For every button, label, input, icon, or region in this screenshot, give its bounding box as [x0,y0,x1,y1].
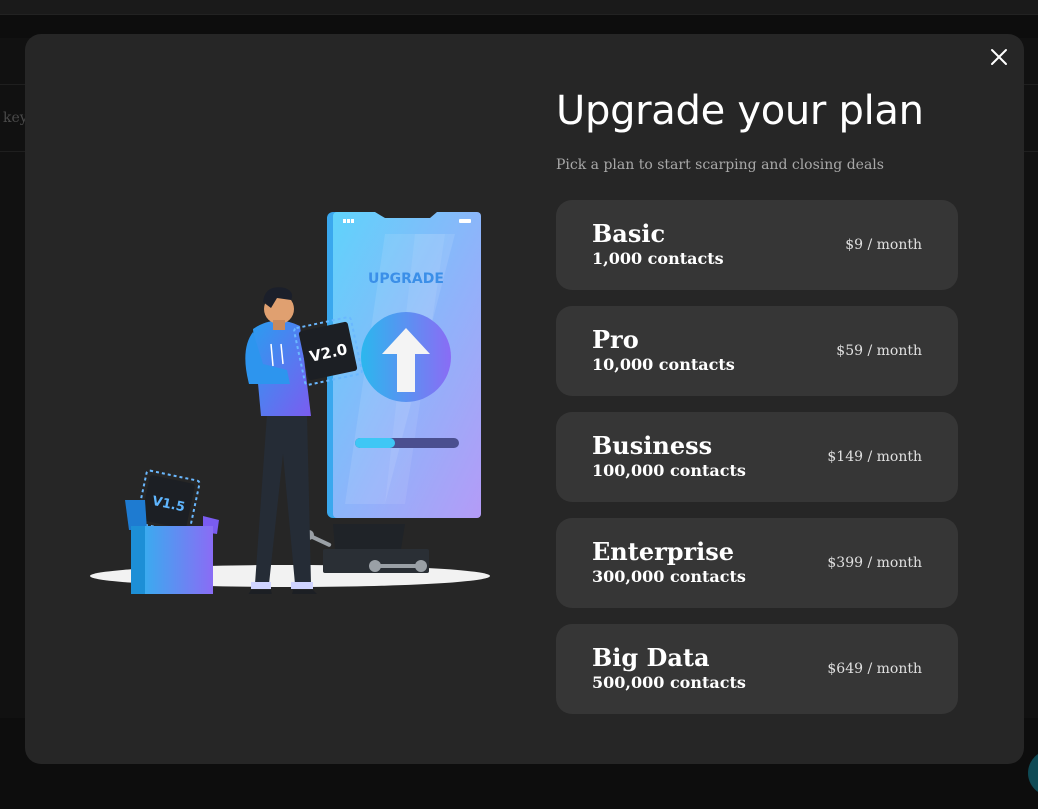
close-icon [991,49,1007,65]
screen-upgrade-label: UPGRADE [368,271,444,287]
background-search-text: key [3,110,28,126]
plan-name: Pro [592,325,639,354]
plan-card-basic[interactable]: Basic 1,000 contacts $9 / month [556,200,958,290]
plan-card-big-data[interactable]: Big Data 500,000 contacts $649 / month [556,624,958,714]
progress-fill [355,438,395,448]
background-chat-button[interactable] [1028,750,1038,796]
plan-list: Basic 1,000 contacts $9 / month Pro 10,0… [556,200,958,730]
upgrade-plan-modal: UPGRADE V2.0 V1.5 Upgrade your plan Pick… [25,34,1024,764]
upgrade-illustration: UPGRADE V2.0 V1.5 [90,212,490,594]
plan-contacts: 500,000 contacts [592,673,746,692]
plan-contacts: 300,000 contacts [592,567,746,586]
plan-price: $149 / month [827,449,922,465]
plan-name: Business [592,431,713,460]
plan-price: $399 / month [827,555,922,571]
plan-price: $59 / month [836,343,922,359]
plan-contacts: 100,000 contacts [592,461,746,480]
plan-name: Basic [592,219,666,248]
plan-card-business[interactable]: Business 100,000 contacts $149 / month [556,412,958,502]
modal-title: Upgrade your plan [556,88,924,134]
plan-contacts: 1,000 contacts [592,249,724,268]
plan-name: Big Data [592,643,710,672]
modal-subtitle: Pick a plan to start scarping and closin… [556,157,884,173]
plan-price: $649 / month [827,661,922,677]
plan-name: Enterprise [592,537,735,566]
background-topbar [0,0,1038,15]
box-with-chip-v1: V1.5 [125,469,219,594]
plan-card-enterprise[interactable]: Enterprise 300,000 contacts $399 / month [556,518,958,608]
plan-price: $9 / month [845,237,922,253]
plan-card-pro[interactable]: Pro 10,000 contacts $59 / month [556,306,958,396]
plan-contacts: 10,000 contacts [592,355,735,374]
close-button[interactable] [987,45,1011,69]
